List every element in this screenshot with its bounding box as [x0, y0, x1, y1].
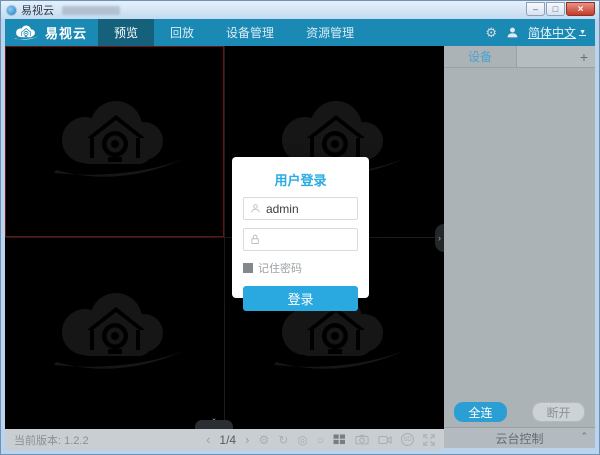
remember-label: 记住密码 [258, 260, 302, 276]
brand: 易视云 [5, 19, 98, 46]
bottom-toolbar: 当前版本: 1.2.2 ‹ 1/4 › ⚙ ↻ ◎ ○ SD [5, 429, 444, 450]
language-label: 简体中文 [528, 24, 576, 41]
app-window: 易视云 – □ × 易视云 预览 回放 设备管理 资源管理 ⚙ 简体中文 ▼ [0, 0, 600, 455]
next-page-icon[interactable]: › [245, 433, 249, 446]
maximize-button[interactable]: □ [546, 2, 565, 16]
login-dialog: 用户登录 记住密码 登录 [232, 157, 369, 298]
user-icon[interactable] [506, 26, 519, 39]
lock-icon [250, 233, 260, 246]
login-title: 用户登录 [232, 170, 369, 189]
username-field-wrap [243, 197, 358, 220]
tab-resource-management[interactable]: 资源管理 [290, 19, 370, 46]
ptz-control-label: 云台控制 [495, 430, 543, 447]
sd-card-icon[interactable]: SD [401, 433, 414, 446]
tab-playback[interactable]: 回放 [154, 19, 210, 46]
login-button[interactable]: 登录 [243, 286, 358, 311]
app-icon [6, 5, 17, 16]
chevron-right-icon: › [438, 233, 441, 243]
disconnect-button[interactable]: 断开 [532, 402, 585, 422]
record-indicator-icon[interactable]: ◎ [297, 434, 307, 446]
video-grid: ˇ › [5, 46, 444, 429]
watermark-logo-icon [40, 94, 190, 189]
chevron-down-icon: ˇ [212, 420, 215, 428]
nav-right: ⚙ 简体中文 ▼ [485, 19, 595, 46]
tab-preview[interactable]: 预览 [98, 19, 154, 46]
grid-layout-icon[interactable] [333, 434, 346, 445]
remember-password-row: 记住密码 [243, 260, 358, 276]
remember-checkbox[interactable] [243, 263, 253, 273]
record-video-icon[interactable] [378, 435, 392, 445]
cycle-settings-gear-icon[interactable]: ⚙ [258, 434, 269, 446]
watermark-logo-icon [40, 286, 190, 381]
device-list-empty [444, 68, 595, 397]
settings-gear-icon[interactable]: ⚙ [485, 26, 497, 39]
sidebar-collapse-handle[interactable]: › [435, 224, 444, 252]
brand-name: 易视云 [45, 23, 87, 42]
connection-buttons: 全连 断开 [444, 397, 595, 427]
language-selector[interactable]: 简体中文 ▼ [528, 24, 586, 41]
toolbar-collapse-handle[interactable]: ˇ [195, 420, 233, 429]
chevron-up-icon: ˆ [582, 432, 586, 444]
video-pane-3[interactable] [5, 238, 224, 429]
main-tabs: 预览 回放 设备管理 资源管理 [98, 19, 370, 46]
password-input[interactable] [265, 233, 351, 247]
circle-icon[interactable]: ○ [317, 434, 324, 446]
tab-device[interactable]: 设备 [444, 46, 516, 67]
nav-bar: 易视云 预览 回放 设备管理 资源管理 ⚙ 简体中文 ▼ [5, 19, 595, 46]
page-indicator: 1/4 [219, 433, 236, 447]
chevron-down-icon: ▼ [579, 29, 586, 36]
device-sidebar: 设备 + 全连 断开 云台控制 ˆ [444, 46, 595, 448]
ptz-control-bar[interactable]: 云台控制 ˆ [444, 427, 595, 448]
sidebar-tab-strip: + [516, 46, 595, 67]
close-button[interactable]: × [566, 2, 595, 16]
auto-cycle-icon[interactable]: ↻ [278, 434, 288, 446]
connect-all-button[interactable]: 全连 [454, 402, 507, 422]
sidebar-tabs: 设备 + [444, 46, 595, 68]
password-field-wrap [243, 228, 358, 251]
username-input[interactable] [266, 202, 351, 216]
version-label: 当前版本: 1.2.2 [14, 432, 89, 448]
window-title: 易视云 [21, 2, 54, 18]
minimize-button[interactable]: – [526, 2, 545, 16]
user-outline-icon [250, 202, 261, 215]
fullscreen-icon[interactable] [423, 434, 435, 446]
prev-page-icon[interactable]: ‹ [206, 433, 210, 446]
window-controls: – □ × [526, 2, 595, 16]
video-pane-1[interactable] [5, 46, 224, 237]
brand-logo-icon [12, 24, 40, 42]
add-device-button[interactable]: + [580, 50, 588, 64]
titlebar: 易视云 – □ × [1, 1, 599, 19]
tab-device-management[interactable]: 设备管理 [210, 19, 290, 46]
toolbar-icons: ‹ 1/4 › ⚙ ↻ ◎ ○ SD [206, 433, 435, 447]
snapshot-camera-icon[interactable] [355, 434, 369, 445]
redacted-title-text [62, 6, 120, 15]
